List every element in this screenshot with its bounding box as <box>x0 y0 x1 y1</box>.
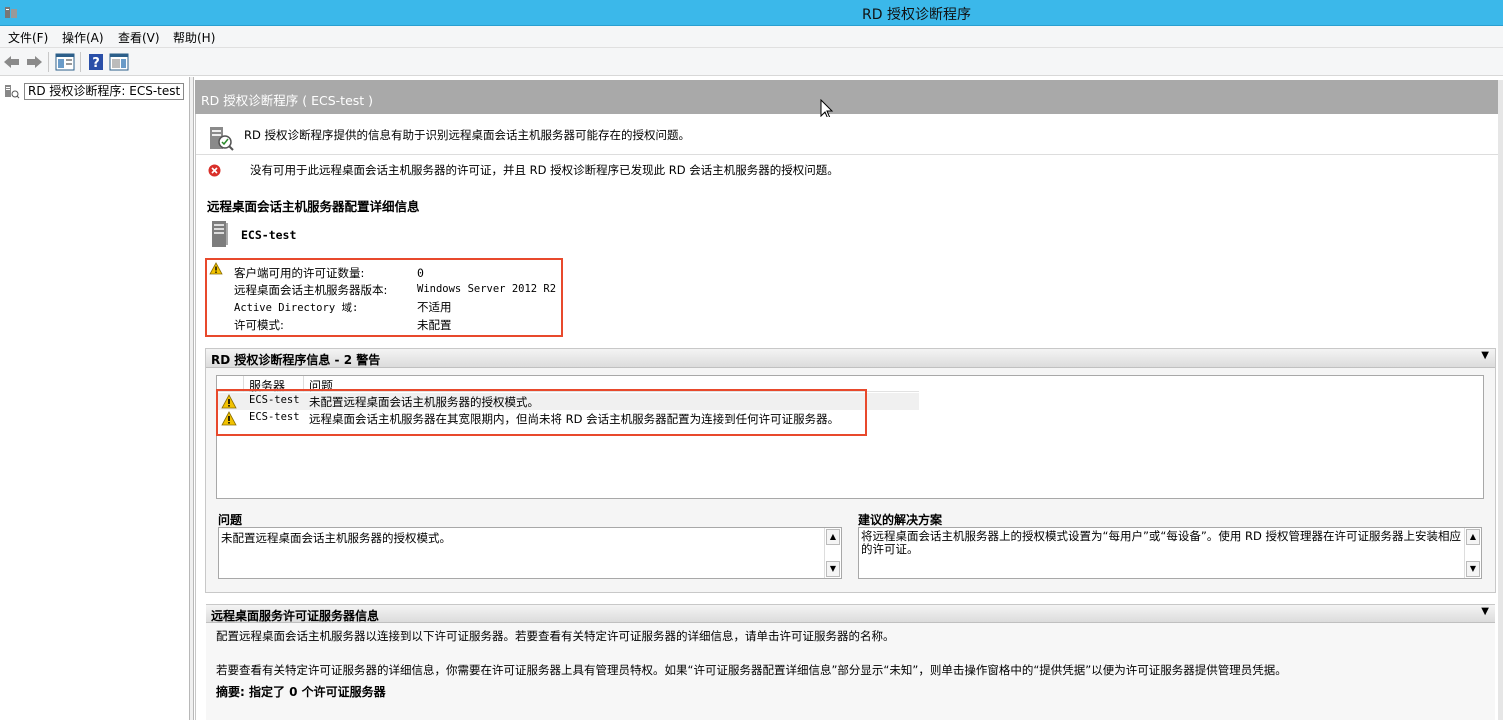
scroll-up-icon[interactable]: ▲ <box>826 529 840 545</box>
tree-item-root[interactable]: RD 授权诊断程序: ECS-test <box>4 82 185 100</box>
scroll-up-icon[interactable]: ▲ <box>1466 529 1480 545</box>
diagnostic-server-icon <box>210 127 234 151</box>
solution-text: 将远程桌面会话主机服务器上的授权模式设置为“每用户”或“每设备”。使用 RD 授… <box>861 529 1461 556</box>
diag-group-title: RD 授权诊断程序信息 - 2 警告 <box>211 353 381 367</box>
collapse-icon[interactable]: ▼ <box>1481 350 1489 361</box>
window-title: RD 授权诊断程序 <box>862 7 971 23</box>
detail-label: Active Directory 域: <box>234 302 359 314</box>
action-pane-button[interactable] <box>109 52 129 72</box>
detail-value: Windows Server 2012 R2 <box>417 283 557 295</box>
menu-help[interactable]: 帮助(H) <box>173 29 215 46</box>
license-line1: 配置远程桌面会话主机服务器以连接到以下许可证服务器。若要查看有关特定许可证服务器… <box>216 629 895 643</box>
solution-textarea[interactable]: 将远程桌面会话主机服务器上的授权模式设置为“每用户”或“每设备”。使用 RD 授… <box>858 527 1482 579</box>
console-tree-icon <box>55 53 75 71</box>
detail-value: 0 <box>417 266 424 280</box>
help-icon: ? <box>89 54 103 71</box>
menu-view[interactable]: 查看(V) <box>118 29 160 46</box>
problem-text: 未配置远程桌面会话主机服务器的授权模式。 <box>221 531 451 545</box>
toolbar: ? <box>0 48 1503 76</box>
action-pane-icon <box>109 53 129 71</box>
solution-label: 建议的解决方案 <box>858 513 943 527</box>
license-group-title: 远程桌面服务许可证服务器信息 <box>211 609 380 623</box>
pane-splitter[interactable] <box>190 77 194 720</box>
license-line2: 若要查看有关特定许可证服务器的详细信息，你需要在许可证服务器上具有管理员特权。如… <box>216 663 1287 677</box>
error-text: 没有可用于此远程桌面会话主机服务器的许可证，并且 RD 授权诊断程序已发现此 R… <box>250 163 839 177</box>
main-scrollbar[interactable] <box>1498 80 1503 720</box>
detail-label: 远程桌面会话主机服务器版本: <box>234 283 388 297</box>
console-tree: RD 授权诊断程序: ECS-test <box>0 77 190 720</box>
toolbar-separator <box>48 52 49 72</box>
show-hide-tree-button[interactable] <box>55 52 75 72</box>
problem-scrollbar[interactable]: ▲ ▼ <box>824 528 841 578</box>
error-banner: 没有可用于此远程桌面会话主机服务器的许可证，并且 RD 授权诊断程序已发现此 R… <box>196 157 1498 183</box>
toolbar-separator <box>80 52 81 72</box>
help-button[interactable]: ? <box>86 52 106 72</box>
forward-icon <box>27 56 42 68</box>
svg-text:?: ? <box>92 56 100 71</box>
menu-bar: 文件(F) 操作(A) 查看(V) 帮助(H) <box>0 26 1503 48</box>
title-bar: RD 授权诊断程序 <box>0 0 1503 26</box>
info-banner: RD 授权诊断程序提供的信息有助于识别远程桌面会话主机服务器可能存在的授权问题。 <box>196 117 1498 155</box>
collapse-icon[interactable]: ▼ <box>1481 606 1489 617</box>
scroll-down-icon[interactable]: ▼ <box>1466 561 1480 577</box>
back-icon <box>4 56 19 68</box>
warnings-highlight <box>216 389 867 436</box>
server-icon <box>212 221 228 247</box>
main-header: RD 授权诊断程序 ( ECS-test ) <box>195 80 1501 114</box>
detail-value: 未配置 <box>417 318 452 332</box>
scroll-down-icon[interactable]: ▼ <box>826 561 840 577</box>
config-section-title: 远程桌面会话主机服务器配置详细信息 <box>207 199 420 214</box>
detail-value: 不适用 <box>417 300 452 314</box>
license-summary: 摘要: 指定了 0 个许可证服务器 <box>216 685 386 699</box>
error-icon <box>208 164 221 177</box>
problem-textarea[interactable]: 未配置远程桌面会话主机服务器的授权模式。 ▲ ▼ <box>218 527 842 579</box>
detail-label: 客户端可用的许可证数量: <box>234 266 365 280</box>
menu-action[interactable]: 操作(A) <box>62 29 104 46</box>
menu-file[interactable]: 文件(F) <box>8 29 48 46</box>
license-group: 配置远程桌面会话主机服务器以连接到以下许可证服务器。若要查看有关特定许可证服务器… <box>206 623 1495 720</box>
back-button[interactable] <box>2 52 22 72</box>
info-text: RD 授权诊断程序提供的信息有助于识别远程桌面会话主机服务器可能存在的授权问题。 <box>244 128 690 142</box>
forward-button[interactable] <box>24 52 44 72</box>
main-header-title: RD 授权诊断程序 ( ECS-test ) <box>201 93 374 108</box>
solution-scrollbar[interactable]: ▲ ▼ <box>1464 528 1481 578</box>
warning-icon <box>209 262 223 275</box>
license-group-header[interactable]: 远程桌面服务许可证服务器信息 ▼ <box>206 604 1495 623</box>
tree-item-label: RD 授权诊断程序: ECS-test <box>24 82 185 100</box>
problem-label: 问题 <box>218 513 243 527</box>
server-name: ECS-test <box>241 228 297 242</box>
diag-group-header[interactable]: RD 授权诊断程序信息 - 2 警告 ▼ <box>206 349 1495 368</box>
detail-label: 许可模式: <box>234 318 284 332</box>
server-diag-icon <box>5 85 20 99</box>
